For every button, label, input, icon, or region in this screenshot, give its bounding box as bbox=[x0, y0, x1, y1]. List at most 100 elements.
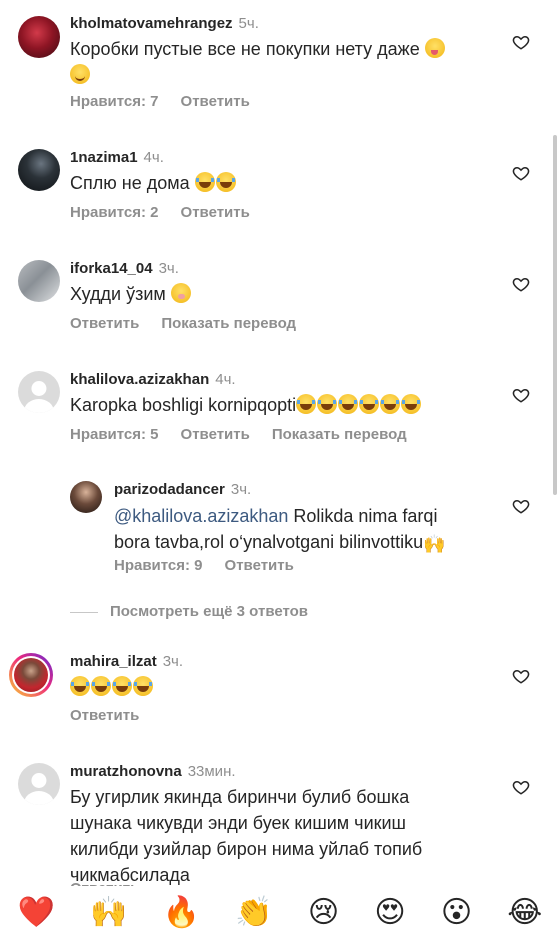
heart-outline-icon[interactable] bbox=[512, 497, 530, 515]
comment-actions: Нравится: 9 Ответить bbox=[114, 557, 316, 574]
comment-username[interactable]: 1nazima1 4ч. bbox=[70, 149, 164, 166]
laughing-tears-emoji-icon bbox=[401, 394, 422, 414]
comment-text: Худди ўзим bbox=[70, 281, 192, 307]
comment-actions: Нравится: 7 Ответить bbox=[70, 93, 272, 110]
laughing-tears-emoji-icon bbox=[112, 676, 132, 696]
laughing-tears-emoji-icon bbox=[296, 394, 317, 414]
surprised-face-reaction-icon[interactable]: 😮 bbox=[441, 896, 472, 930]
comment-text: @khalilova.azizakhan Rolikda nima farqi … bbox=[114, 503, 514, 555]
comment-time: 33мин. bbox=[187, 763, 236, 780]
comment-time: 4ч. bbox=[143, 149, 164, 166]
likes-count[interactable]: Нравится: 9 bbox=[114, 557, 203, 574]
avatar[interactable] bbox=[18, 371, 60, 413]
fire-reaction-icon[interactable]: 🔥 bbox=[163, 896, 200, 930]
comment-text: Бу угирлик якинда биринчи булиб бошка шу… bbox=[70, 784, 490, 888]
comment-body-line1: Бу угирлик якинда биринчи булиб бошка bbox=[70, 787, 410, 807]
reply-button[interactable]: Ответить bbox=[225, 557, 294, 574]
laughing-tears-emoji-icon bbox=[317, 394, 338, 414]
comment-body: Коробки пустые все не покупки нету даже bbox=[70, 39, 420, 59]
avatar[interactable] bbox=[18, 16, 60, 58]
laughing-tears-emoji-icon bbox=[338, 394, 359, 414]
comment-username[interactable]: khalilova.azizakhan 4ч. bbox=[70, 371, 236, 388]
comment-text: Сплю не дома bbox=[70, 170, 237, 196]
comment-text: Karopka boshligi kornipqopti bbox=[70, 392, 422, 418]
heart-outline-icon[interactable] bbox=[512, 164, 530, 182]
laughing-tears-reaction-icon[interactable]: 😂 bbox=[507, 896, 542, 930]
avatar[interactable] bbox=[18, 763, 60, 805]
username-text[interactable]: kholmatovamehrangez bbox=[70, 15, 233, 32]
likes-count[interactable]: Нравится: 5 bbox=[70, 426, 159, 443]
username-text[interactable]: khalilova.azizakhan bbox=[70, 371, 209, 388]
comment-actions: Ответить bbox=[70, 707, 161, 724]
heart-outline-icon[interactable] bbox=[512, 778, 530, 796]
divider-line bbox=[70, 611, 98, 613]
laughing-tears-emoji-icon bbox=[194, 172, 215, 192]
laughing-tears-emoji-icon bbox=[91, 676, 111, 696]
avatar[interactable] bbox=[70, 481, 102, 513]
comment-actions: Ответить Показать перевод bbox=[70, 315, 318, 332]
username-text[interactable]: mahira_ilzat bbox=[70, 653, 157, 670]
quick-reactions-bar: ❤️ 🙌 🔥 👏 😢 😍 😮 😂 bbox=[0, 886, 560, 940]
laughing-tears-emoji-icon bbox=[70, 676, 90, 696]
comment-time: 5ч. bbox=[238, 15, 259, 32]
comment-text bbox=[70, 674, 154, 700]
heart-outline-icon[interactable] bbox=[512, 275, 530, 293]
comment-time: 3ч. bbox=[158, 260, 179, 277]
comment-time: 3ч. bbox=[230, 481, 252, 498]
red-heart-reaction-icon[interactable]: ❤️ bbox=[18, 896, 55, 930]
avatar[interactable] bbox=[18, 149, 60, 191]
laughing-tears-emoji-icon bbox=[380, 394, 401, 414]
smiley-emoji-icon bbox=[70, 64, 90, 84]
heart-outline-icon[interactable] bbox=[512, 667, 530, 685]
comment-text: Коробки пустые все не покупки нету даже bbox=[70, 36, 490, 88]
comment-body-line2: шунака чикувди энди буек кишим чикиш bbox=[70, 813, 406, 833]
raising-hands-reaction-icon[interactable]: 🙌 bbox=[90, 896, 127, 930]
comment-body: Сплю не дома bbox=[70, 173, 190, 193]
avatar-image bbox=[14, 658, 48, 692]
zany-face-emoji-icon bbox=[424, 38, 445, 58]
raising-hands-emoji-icon: 🙌 bbox=[423, 534, 446, 554]
heart-eyes-reaction-icon[interactable]: 😍 bbox=[374, 896, 405, 930]
comment-username[interactable]: muratzhonovna 33мин. bbox=[70, 763, 236, 780]
comment-username[interactable]: parizodadancer 3ч. bbox=[114, 481, 251, 498]
comment-body: Karopka boshligi kornipqopti bbox=[70, 395, 297, 415]
reply-button[interactable]: Ответить bbox=[70, 707, 139, 724]
scrollbar-thumb[interactable] bbox=[553, 135, 557, 495]
avatar-story-ring[interactable] bbox=[9, 653, 53, 697]
reply-button[interactable]: Ответить bbox=[181, 426, 250, 443]
username-text[interactable]: iforka14_04 bbox=[70, 260, 153, 277]
crying-face-reaction-icon[interactable]: 😢 bbox=[308, 896, 339, 930]
comment-body: Худди ўзим bbox=[70, 284, 166, 304]
username-text[interactable]: muratzhonovna bbox=[70, 763, 182, 780]
heart-outline-icon[interactable] bbox=[512, 33, 530, 51]
username-text[interactable]: 1nazima1 bbox=[70, 149, 138, 166]
show-translation-link[interactable]: Показать перевод bbox=[272, 426, 407, 443]
comment-time: 4ч. bbox=[215, 371, 236, 388]
comment-body-line2: bora tavba,rol o‘ynalvotgani bilinvottik… bbox=[114, 532, 424, 552]
likes-count[interactable]: Нравится: 7 bbox=[70, 93, 159, 110]
mention-link[interactable]: @khalilova.azizakhan bbox=[114, 506, 288, 526]
view-more-label[interactable]: Посмотреть ещё 3 ответов bbox=[110, 603, 308, 620]
comment-time: 3ч. bbox=[162, 653, 184, 670]
comment-username[interactable]: iforka14_04 3ч. bbox=[70, 260, 179, 277]
clapping-hands-reaction-icon[interactable]: 👏 bbox=[235, 896, 272, 930]
laughing-tears-emoji-icon bbox=[359, 394, 380, 414]
reply-button[interactable]: Ответить bbox=[181, 93, 250, 110]
comment-actions: Нравится: 5 Ответить Показать перевод bbox=[70, 426, 429, 443]
reply-button[interactable]: Ответить bbox=[70, 315, 139, 332]
avatar bbox=[12, 656, 50, 694]
view-more-replies-button[interactable]: Посмотреть ещё 3 ответов bbox=[70, 603, 308, 620]
avatar[interactable] bbox=[18, 260, 60, 302]
laughing-tears-emoji-icon bbox=[215, 172, 236, 192]
show-translation-link[interactable]: Показать перевод bbox=[161, 315, 296, 332]
comment-body-line1: Rolikda nima farqi bbox=[288, 506, 438, 526]
comment-username[interactable]: kholmatovamehrangez 5ч. bbox=[70, 15, 259, 32]
username-text[interactable]: parizodadancer bbox=[114, 481, 225, 498]
comment-actions: Нравится: 2 Ответить bbox=[70, 204, 272, 221]
likes-count[interactable]: Нравится: 2 bbox=[70, 204, 159, 221]
heart-outline-icon[interactable] bbox=[512, 386, 530, 404]
shushing-face-emoji-icon bbox=[170, 283, 191, 303]
reply-button[interactable]: Ответить bbox=[181, 204, 250, 221]
comment-username[interactable]: mahira_ilzat 3ч. bbox=[70, 653, 183, 670]
comment-body-line3: килибди узийлар бирон нима уйлаб топиб bbox=[70, 839, 423, 859]
